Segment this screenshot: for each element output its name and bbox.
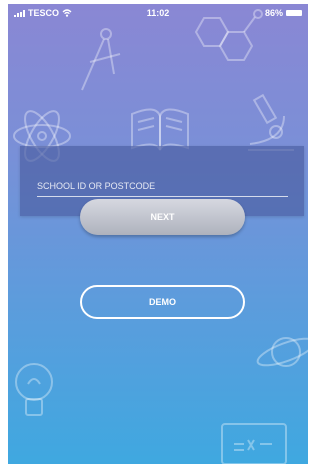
status-bar: TESCO 11:02 86% [8, 4, 308, 22]
login-screen: TESCO 11:02 86% NEXT DEMO [8, 4, 308, 464]
battery-percent: 86% [264, 8, 283, 18]
planet-icon [256, 337, 308, 367]
microscope-icon [248, 93, 294, 151]
demo-button[interactable]: DEMO [80, 285, 245, 319]
battery-icon [286, 10, 302, 16]
status-right: 86% [265, 8, 302, 18]
status-time: 11:02 [146, 8, 170, 18]
compass-icon [81, 28, 121, 91]
next-button[interactable]: NEXT [80, 199, 245, 235]
school-id-input[interactable] [37, 176, 288, 197]
formula-board-icon [221, 423, 287, 464]
book-icon [131, 108, 189, 151]
lightbulb-icon [15, 363, 53, 416]
